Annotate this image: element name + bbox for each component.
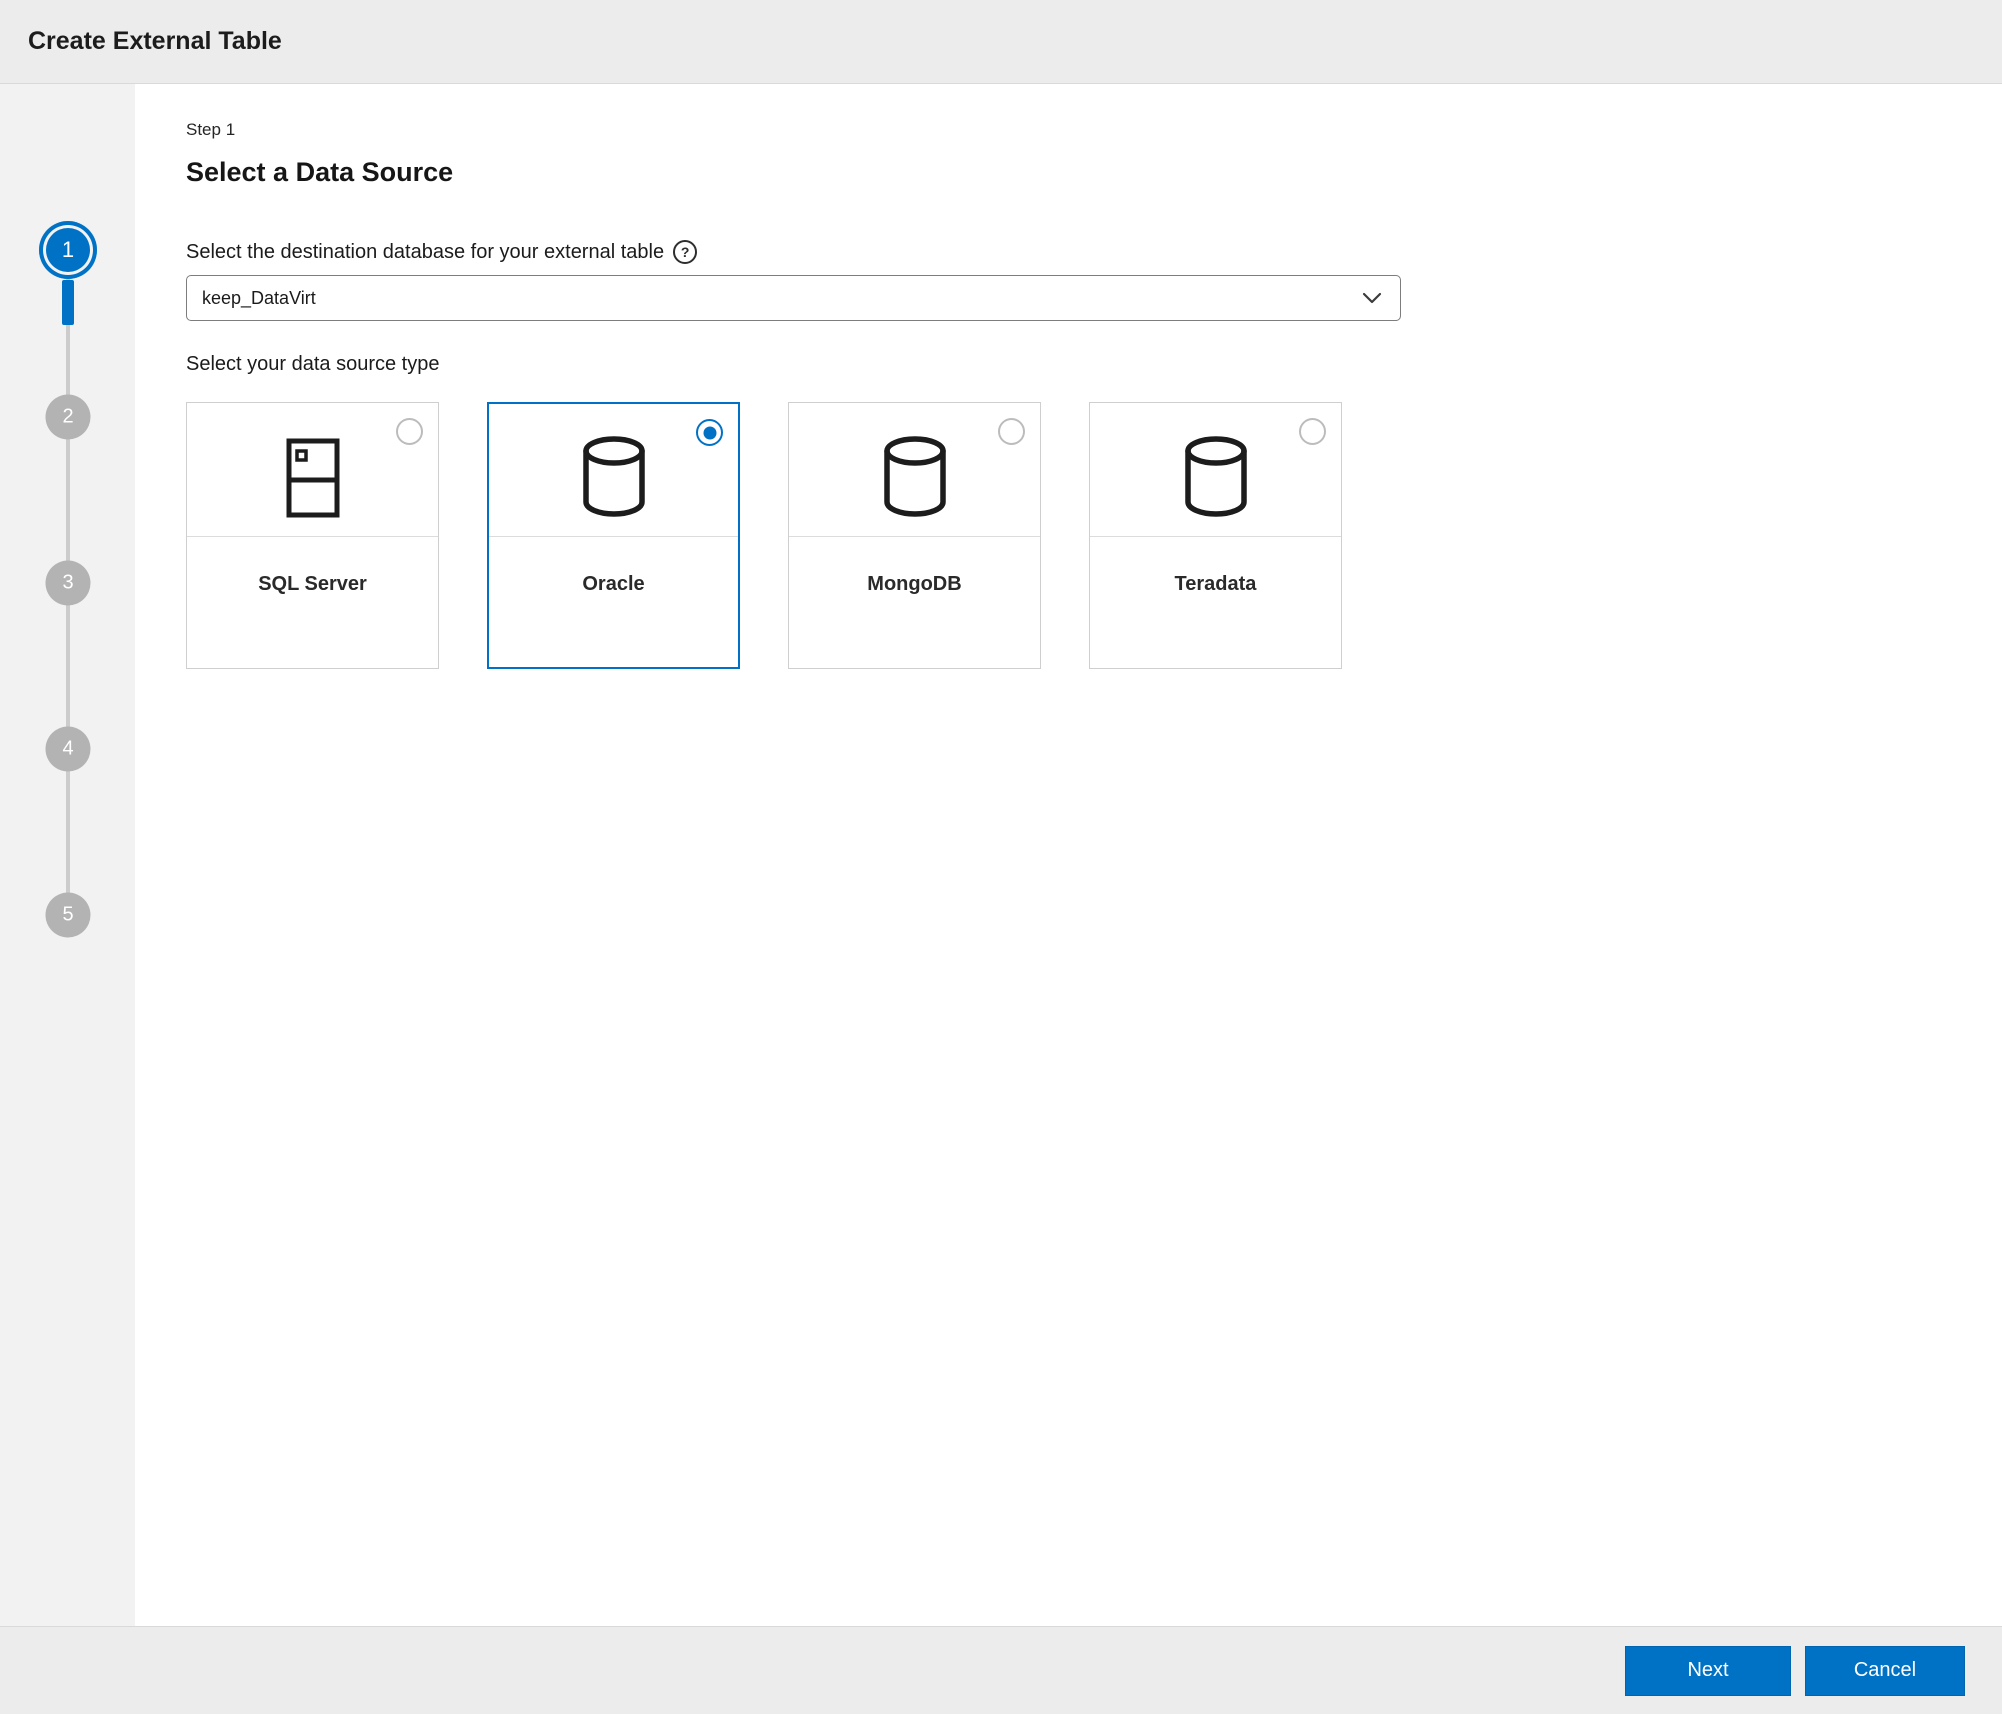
step-indicator-4: 4 (46, 727, 91, 772)
wizard-stepper: 1 2 3 4 5 (0, 84, 135, 1626)
radio-selected-icon[interactable] (696, 419, 723, 446)
dialog-footer: Next Cancel (0, 1626, 2002, 1714)
data-source-card-teradata[interactable]: Teradata (1089, 402, 1342, 669)
database-cylinder-icon (1182, 436, 1250, 518)
cancel-button[interactable]: Cancel (1805, 1646, 1965, 1696)
data-source-card-sql-server[interactable]: SQL Server (186, 402, 439, 669)
radio-unselected-icon[interactable] (998, 418, 1025, 445)
data-source-card-oracle[interactable]: Oracle (487, 402, 740, 669)
step-indicator-5: 5 (46, 893, 91, 938)
database-cylinder-icon (580, 436, 648, 518)
dialog-header: Create External Table (0, 0, 2002, 84)
database-field-label: Select the destination database for your… (186, 241, 664, 264)
step-indicator-1: 1 (39, 221, 97, 279)
database-select-value: keep_DataVirt (202, 288, 316, 309)
next-button[interactable]: Next (1625, 1646, 1791, 1696)
card-label: Oracle (489, 573, 738, 596)
stepper-progress-bar (62, 280, 74, 325)
data-source-card-mongodb[interactable]: MongoDB (788, 402, 1041, 669)
sql-server-icon (285, 438, 341, 518)
help-icon[interactable]: ? (673, 240, 697, 264)
radio-unselected-icon[interactable] (1299, 418, 1326, 445)
source-type-label: Select your data source type (186, 353, 1962, 376)
step-label: Step 1 (186, 120, 1962, 140)
card-label: MongoDB (789, 573, 1040, 596)
step-number: 1 (62, 237, 74, 263)
dialog-title: Create External Table (28, 27, 282, 56)
radio-unselected-icon[interactable] (396, 418, 423, 445)
card-label: Teradata (1090, 573, 1341, 596)
step-indicator-2: 2 (46, 395, 91, 440)
step-number: 3 (62, 572, 73, 595)
chevron-down-icon (1362, 292, 1382, 304)
step-number: 2 (62, 406, 73, 429)
step-indicator-3: 3 (46, 561, 91, 606)
database-select[interactable]: keep_DataVirt (186, 275, 1401, 321)
data-source-cards: SQL Server Oracle (186, 402, 1962, 669)
card-label: SQL Server (187, 573, 438, 596)
database-cylinder-icon (881, 436, 949, 518)
step-content: Step 1 Select a Data Source Select the d… (135, 84, 2002, 1626)
step-number: 5 (62, 904, 73, 927)
page-title: Select a Data Source (186, 157, 1962, 188)
dialog-body: 1 2 3 4 5 Step 1 Select a Data Source Se… (0, 84, 2002, 1626)
step-number: 4 (62, 738, 73, 761)
